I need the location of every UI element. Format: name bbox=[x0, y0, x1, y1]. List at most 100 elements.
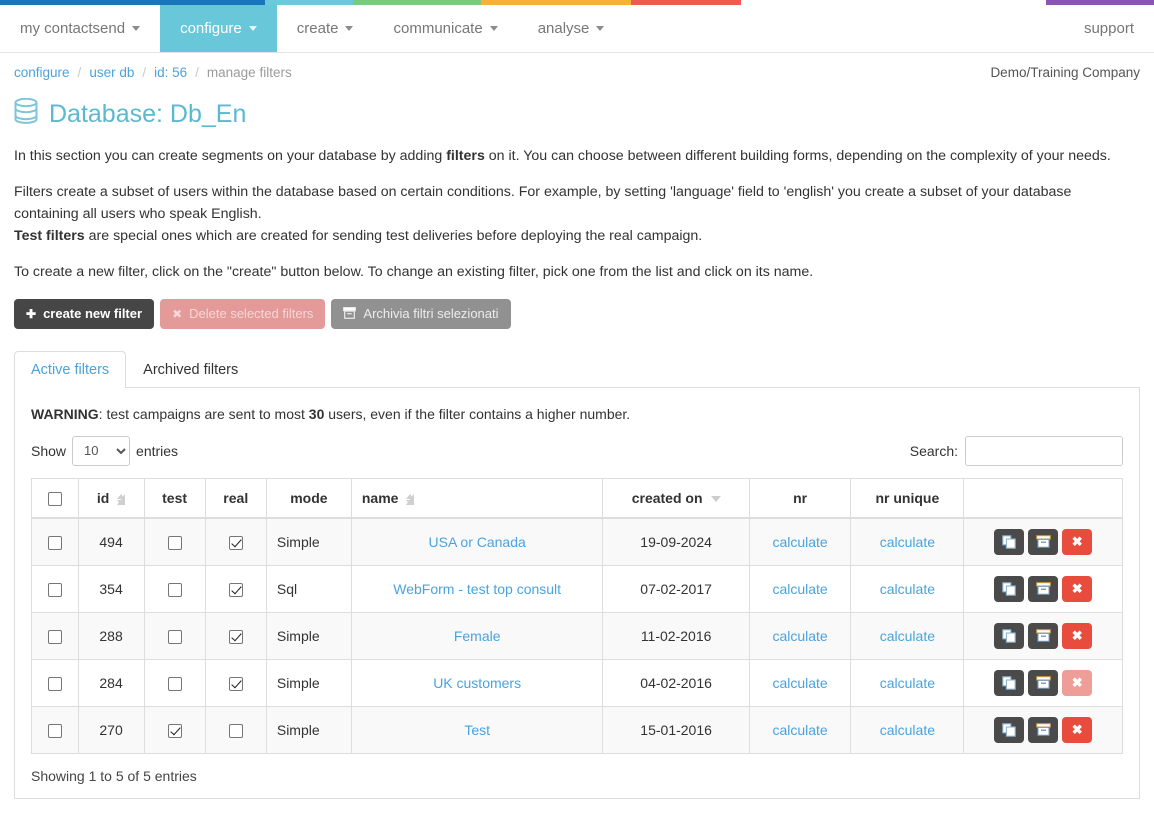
delete-selected-filters-button[interactable]: ✖ Delete selected filters bbox=[160, 299, 326, 329]
tab-active-filters[interactable]: Active filters bbox=[14, 350, 127, 388]
create-new-filter-label: create new filter bbox=[43, 306, 143, 321]
row-real-checkbox[interactable] bbox=[228, 677, 243, 692]
row-nr-unique-cell: calculate bbox=[850, 564, 965, 613]
row-real-cell bbox=[204, 564, 267, 613]
breadcrumb-item-id-56[interactable]: id: 56 bbox=[154, 65, 187, 80]
archive-filter-button[interactable] bbox=[1028, 716, 1059, 743]
nav-item-my-contactsend[interactable]: my contactsend bbox=[0, 5, 160, 52]
calculate-nr-unique-link[interactable]: calculate bbox=[880, 722, 935, 738]
archive-filter-button[interactable] bbox=[1028, 622, 1059, 649]
column-header-name[interactable]: name bbox=[350, 477, 604, 519]
row-select-checkbox[interactable] bbox=[47, 724, 62, 739]
warning-text: WARNING: test campaigns are sent to most… bbox=[31, 406, 1123, 422]
cross-icon: ✖ bbox=[1071, 674, 1083, 690]
breadcrumb-item-user-db[interactable]: user db bbox=[89, 65, 134, 80]
row-select-checkbox[interactable] bbox=[47, 583, 62, 598]
row-nr-unique-cell: calculate bbox=[850, 705, 965, 754]
plus-icon: ✚ bbox=[26, 306, 37, 321]
calculate-nr-link[interactable]: calculate bbox=[772, 534, 827, 550]
delete-filter-button[interactable]: ✖ bbox=[1062, 716, 1093, 743]
table-row: 270 Simple Test 15-01-2016 calculate calculat… bbox=[31, 705, 1123, 754]
delete-filter-button[interactable]: ✖ bbox=[1062, 622, 1093, 649]
calculate-nr-link[interactable]: calculate bbox=[772, 675, 827, 691]
row-test-checkbox[interactable] bbox=[167, 677, 182, 692]
delete-filter-button[interactable]: ✖ bbox=[1062, 575, 1093, 602]
archive-filter-button[interactable] bbox=[1028, 669, 1059, 696]
row-mode-cell: Simple bbox=[265, 611, 352, 660]
row-name-cell: USA or Canada bbox=[350, 517, 604, 566]
row-test-cell bbox=[143, 658, 206, 707]
row-nr-cell: calculate bbox=[748, 611, 852, 660]
row-actions-cell: ✖ bbox=[963, 517, 1123, 566]
nav-item-create[interactable]: create bbox=[277, 5, 374, 52]
row-real-checkbox[interactable] bbox=[228, 630, 243, 645]
nav-item-communicate[interactable]: communicate bbox=[373, 5, 517, 52]
column-header-nr: nr bbox=[748, 477, 852, 519]
row-test-checkbox[interactable] bbox=[167, 724, 182, 739]
archive-filter-button[interactable] bbox=[1028, 528, 1059, 555]
column-header-created-on[interactable]: created on bbox=[602, 477, 750, 519]
row-select-cell bbox=[31, 658, 79, 707]
filter-name-link[interactable]: Female bbox=[454, 628, 501, 644]
calculate-nr-link[interactable]: calculate bbox=[772, 722, 827, 738]
row-test-cell bbox=[143, 705, 206, 754]
row-test-cell bbox=[143, 564, 206, 613]
breadcrumb: configure / user db / id: 56 / manage filters bbox=[14, 65, 292, 80]
row-nr-unique-cell: calculate bbox=[850, 658, 965, 707]
row-actions-cell: ✖ bbox=[963, 658, 1123, 707]
table-footer-info: Showing 1 to 5 of 5 entries bbox=[31, 767, 197, 784]
row-real-checkbox[interactable] bbox=[228, 536, 243, 551]
column-header-id[interactable]: id bbox=[77, 477, 145, 519]
row-actions: ✖ bbox=[974, 669, 1112, 696]
duplicate-filter-button[interactable] bbox=[994, 669, 1025, 696]
duplicate-filter-button[interactable] bbox=[994, 622, 1025, 649]
page-length-select[interactable]: 102550100 bbox=[72, 435, 131, 466]
calculate-nr-unique-link[interactable]: calculate bbox=[880, 581, 935, 597]
column-header-actions bbox=[963, 477, 1123, 519]
archive-box-icon bbox=[1035, 676, 1051, 690]
filter-name-link[interactable]: UK customers bbox=[433, 675, 521, 691]
filter-name-link[interactable]: WebForm - test top consult bbox=[393, 581, 561, 597]
column-header-label: nr unique bbox=[875, 489, 940, 506]
row-select-checkbox[interactable] bbox=[47, 630, 62, 645]
breadcrumb-item-configure[interactable]: configure bbox=[14, 65, 70, 80]
calculate-nr-link[interactable]: calculate bbox=[772, 581, 827, 597]
archive-selected-filters-button[interactable]: Archivia filtri selezionati bbox=[331, 299, 511, 329]
row-id-cell: 494 bbox=[77, 517, 145, 566]
filter-name-link[interactable]: USA or Canada bbox=[429, 534, 526, 550]
row-test-checkbox[interactable] bbox=[167, 536, 182, 551]
delete-filter-button[interactable]: ✖ bbox=[1062, 528, 1093, 555]
calculate-nr-link[interactable]: calculate bbox=[772, 628, 827, 644]
delete-filter-button[interactable]: ✖ bbox=[1062, 669, 1093, 696]
nav-item-support[interactable]: support bbox=[1064, 5, 1154, 52]
calculate-nr-unique-link[interactable]: calculate bbox=[880, 628, 935, 644]
cross-icon: ✖ bbox=[1071, 721, 1083, 737]
row-select-checkbox[interactable] bbox=[47, 677, 62, 692]
row-select-checkbox[interactable] bbox=[47, 536, 62, 551]
row-test-checkbox[interactable] bbox=[167, 583, 182, 598]
tab-archived-filters[interactable]: Archived filters bbox=[126, 351, 255, 388]
row-test-checkbox[interactable] bbox=[167, 630, 182, 645]
duplicate-filter-button[interactable] bbox=[994, 716, 1025, 743]
row-name-cell: UK customers bbox=[350, 658, 604, 707]
filters-table-body: 494 Simple USA or Canada 19-09-2024 calculat… bbox=[31, 517, 1123, 754]
body-text: on it. You can choose between different … bbox=[484, 148, 1111, 164]
nav-item-configure[interactable]: configure bbox=[160, 5, 277, 52]
calculate-nr-unique-link[interactable]: calculate bbox=[880, 534, 935, 550]
row-select-cell bbox=[31, 517, 79, 566]
nav-item-analyse[interactable]: analyse bbox=[518, 5, 625, 52]
row-real-checkbox[interactable] bbox=[228, 724, 243, 739]
calculate-nr-unique-link[interactable]: calculate bbox=[880, 675, 935, 691]
duplicate-filter-button[interactable] bbox=[994, 575, 1025, 602]
search-input[interactable] bbox=[965, 435, 1123, 466]
archive-filter-button[interactable] bbox=[1028, 575, 1059, 602]
row-real-checkbox[interactable] bbox=[228, 583, 243, 598]
row-real-cell bbox=[204, 517, 267, 566]
select-all-checkbox[interactable] bbox=[47, 491, 62, 506]
nav-item-label: create bbox=[296, 20, 339, 37]
filter-name-link[interactable]: Test bbox=[464, 722, 490, 738]
create-new-filter-button[interactable]: ✚ create new filter bbox=[14, 299, 155, 329]
row-id-cell: 270 bbox=[77, 705, 145, 754]
duplicate-filter-button[interactable] bbox=[994, 528, 1025, 555]
